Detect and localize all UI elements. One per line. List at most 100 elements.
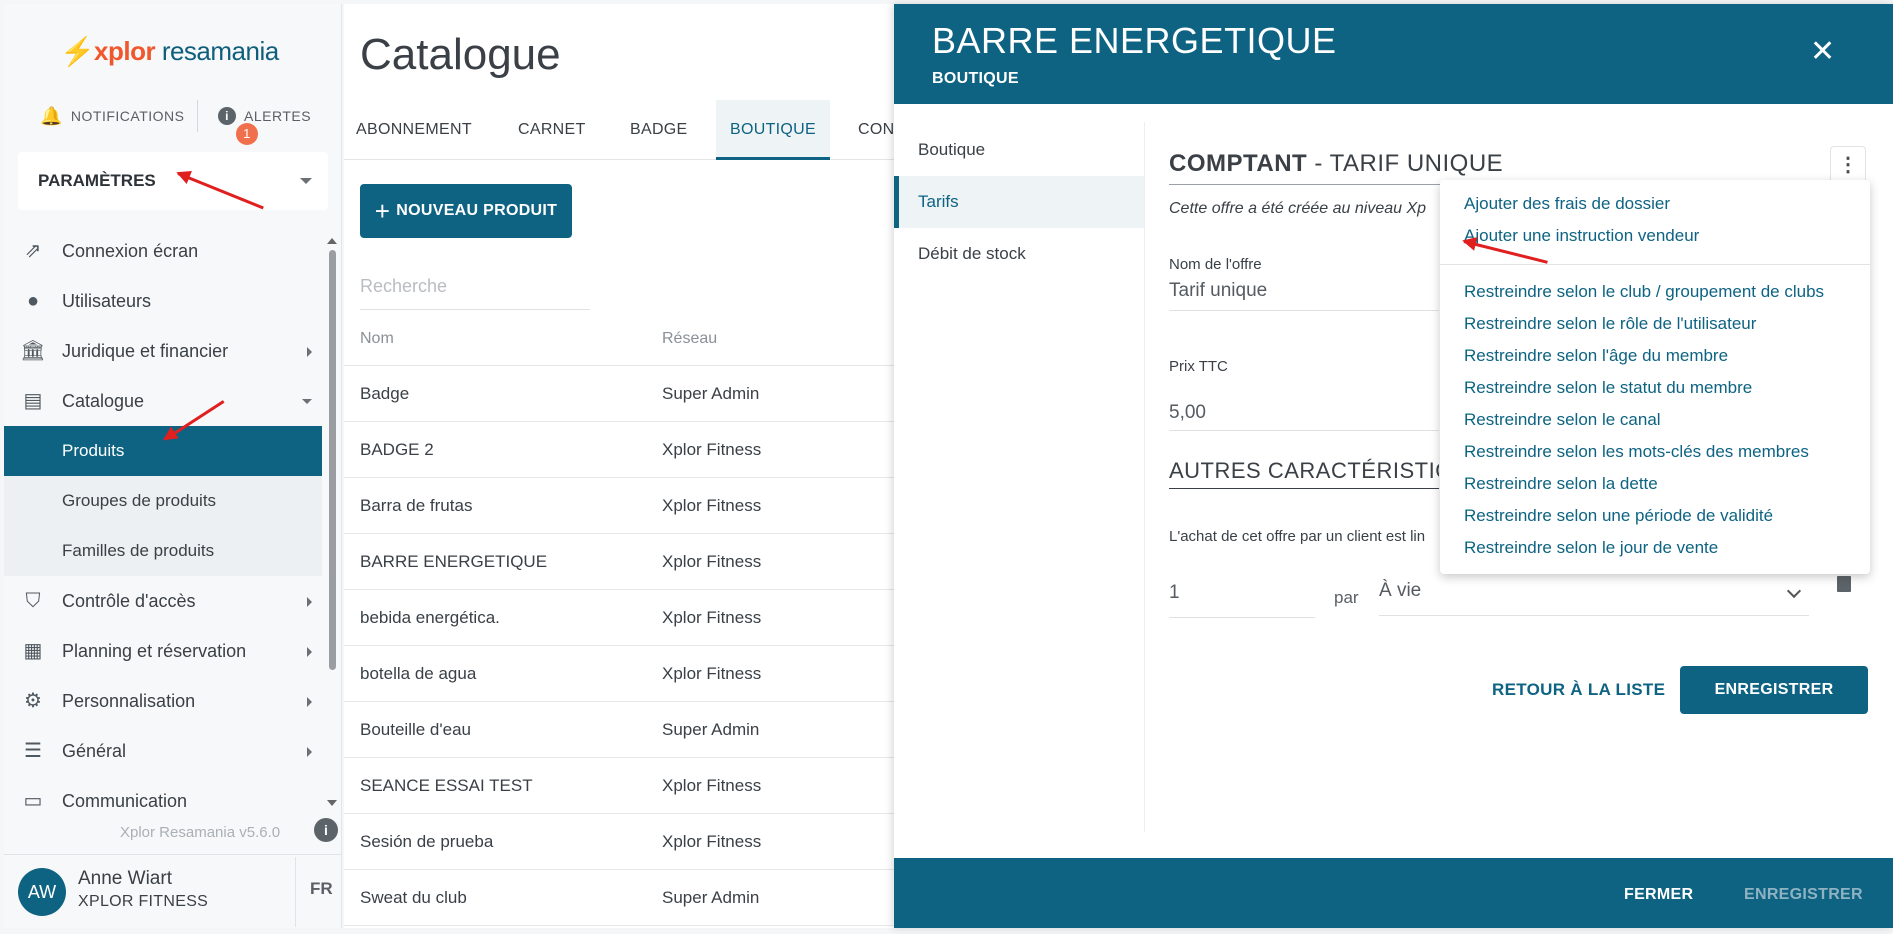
sidebar-item-catalogue[interactable]: ▤ Catalogue bbox=[4, 376, 322, 426]
period-select[interactable]: À vie bbox=[1379, 580, 1809, 616]
table-row[interactable]: SEANCE ESSAI TEST Xplor Fitness bbox=[344, 758, 894, 814]
table-header: Nom Réseau bbox=[344, 320, 894, 366]
sidebar-item-personnalisation[interactable]: ⚙ Personnalisation bbox=[4, 676, 322, 726]
row-name: Barra de frutas bbox=[360, 496, 473, 515]
notifications-label: NOTIFICATIONS bbox=[70, 108, 185, 124]
price-field[interactable]: 5,00 bbox=[1169, 402, 1206, 424]
offer-name-field[interactable]: Tarif unique bbox=[1169, 280, 1267, 302]
divider bbox=[295, 857, 296, 927]
sidebar-item-utilisateurs[interactable]: ● Utilisateurs bbox=[4, 276, 322, 326]
row-name: Badge bbox=[360, 384, 410, 403]
sidebar-item-connexion-ecran[interactable]: ⇗ Connexion écran bbox=[4, 226, 322, 276]
chevron-down-icon bbox=[300, 178, 312, 184]
tab-badge[interactable]: BADGE bbox=[630, 100, 688, 160]
more-options-button[interactable]: ⋮ bbox=[1830, 146, 1866, 184]
version-text: Xplor Resamania v5.6.0 bbox=[120, 824, 281, 841]
info-icon[interactable]: i bbox=[314, 818, 338, 842]
panel-header: BARRE ENERGETIQUE BOUTIQUE ✕ bbox=[894, 4, 1893, 104]
close-button[interactable]: FERMER bbox=[1624, 886, 1693, 904]
sidebar-item-label: Utilisateurs bbox=[62, 290, 152, 311]
sidebar-item-juridique[interactable]: 🏛 Juridique et financier bbox=[4, 326, 322, 376]
sidebar-scrollbar[interactable] bbox=[327, 232, 337, 806]
scrollbar-thumb[interactable] bbox=[329, 250, 336, 670]
alerts-button[interactable]: i ALERTES 1 bbox=[218, 107, 311, 145]
quantity-field[interactable]: 1 bbox=[1169, 582, 1315, 618]
table-row[interactable]: BARRE ENERGETIQUE Xplor Fitness bbox=[344, 534, 894, 590]
period-select-value: À vie bbox=[1379, 580, 1422, 601]
menu-item-frais-dossier[interactable]: Ajouter des frais de dossier bbox=[1464, 194, 1670, 214]
tab-abonnement[interactable]: ABONNEMENT bbox=[356, 100, 472, 160]
sidebar-item-label: Général bbox=[62, 740, 127, 761]
scroll-up-icon[interactable] bbox=[327, 238, 337, 244]
menu-item-instruction-vendeur[interactable]: Ajouter une instruction vendeur bbox=[1464, 226, 1699, 246]
settings-label: PARAMÈTRES bbox=[38, 171, 156, 190]
row-name: botella de agua bbox=[360, 664, 477, 683]
per-label: par bbox=[1334, 588, 1359, 607]
avatar[interactable]: AW bbox=[18, 868, 66, 916]
user-name: Anne Wiart bbox=[78, 868, 172, 889]
tab-carnet[interactable]: CARNET bbox=[518, 100, 586, 160]
panel-tab-boutique[interactable]: Boutique bbox=[894, 124, 1144, 176]
purchase-limit-text: L'achat de cet offre par un client est l… bbox=[1169, 528, 1426, 545]
notifications-button[interactable]: 🔔 NOTIFICATIONS bbox=[40, 106, 185, 127]
search-input[interactable]: Recherche bbox=[360, 276, 590, 310]
sidebar-item-label: Contrôle d'accès bbox=[62, 590, 196, 611]
sidebar-item-planning[interactable]: ▦ Planning et réservation bbox=[4, 626, 322, 676]
panel-tab-debit-stock[interactable]: Débit de stock bbox=[894, 228, 1144, 280]
language-switch[interactable]: FR bbox=[310, 879, 333, 899]
row-name: Sesión de prueba bbox=[360, 832, 494, 851]
product-table: Badge Super Admin BADGE 2 Xplor Fitness Ba… bbox=[344, 366, 894, 926]
row-network: Xplor Fitness bbox=[662, 832, 762, 851]
menu-item-restrict-canal[interactable]: Restreindre selon le canal bbox=[1464, 410, 1661, 430]
tab-con[interactable]: CON bbox=[858, 100, 894, 160]
row-name: SEANCE ESSAI TEST bbox=[360, 776, 533, 795]
sidebar-item-familles-produits[interactable]: Familles de produits bbox=[4, 526, 322, 576]
row-name: Sweat du club bbox=[360, 888, 467, 907]
table-row[interactable]: botella de agua Xplor Fitness bbox=[344, 646, 894, 702]
table-row[interactable]: Sweat du club Super Admin bbox=[344, 870, 894, 926]
save-button[interactable]: ENREGISTRER bbox=[1680, 666, 1868, 714]
gear-icon: ⚙ bbox=[24, 690, 42, 712]
chevron-right-icon bbox=[307, 597, 312, 607]
table-row[interactable]: Bouteille d'eau Super Admin bbox=[344, 702, 894, 758]
table-row[interactable]: Sesión de prueba Xplor Fitness bbox=[344, 814, 894, 870]
chevron-down-icon bbox=[1786, 583, 1802, 599]
menu-item-restrict-sale-day[interactable]: Restreindre selon le jour de vente bbox=[1464, 538, 1718, 558]
table-row[interactable]: Badge Super Admin bbox=[344, 366, 894, 422]
menu-item-restrict-debt[interactable]: Restreindre selon la dette bbox=[1464, 474, 1658, 494]
new-product-button[interactable]: + NOUVEAU PRODUIT bbox=[360, 184, 572, 238]
menu-item-restrict-status[interactable]: Restreindre selon le statut du membre bbox=[1464, 378, 1752, 398]
close-icon[interactable]: ✕ bbox=[1810, 34, 1835, 69]
sidebar-item-general[interactable]: ☰ Général bbox=[4, 726, 322, 776]
sidebar-item-communication[interactable]: ▭ Communication bbox=[4, 776, 322, 826]
user-circle-icon: ● bbox=[26, 290, 40, 312]
sidebar-item-controle-acces[interactable]: ⛉ Contrôle d'accès bbox=[4, 576, 322, 626]
panel-tab-tarifs[interactable]: Tarifs bbox=[894, 176, 1144, 228]
divider bbox=[1440, 264, 1870, 265]
row-network: Super Admin bbox=[662, 384, 760, 403]
scroll-down-icon[interactable] bbox=[327, 800, 337, 806]
trash-icon[interactable] bbox=[1837, 576, 1851, 592]
xplor-logo[interactable]: ⚡ xplor resamania bbox=[60, 36, 279, 67]
divider bbox=[1169, 430, 1439, 431]
menu-item-restrict-keywords[interactable]: Restreindre selon les mots-clés des memb… bbox=[1464, 442, 1809, 462]
settings-dropdown[interactable]: PARAMÈTRES bbox=[18, 152, 328, 210]
tab-boutique[interactable]: BOUTIQUE bbox=[716, 100, 830, 160]
menu-item-restrict-validity[interactable]: Restreindre selon une période de validit… bbox=[1464, 506, 1773, 526]
back-to-list-button[interactable]: RETOUR À LA LISTE bbox=[1492, 680, 1665, 700]
table-row[interactable]: bebida energética. Xplor Fitness bbox=[344, 590, 894, 646]
top-actions: 🔔 NOTIFICATIONS i ALERTES 1 bbox=[4, 96, 342, 145]
table-row[interactable]: Barra de frutas Xplor Fitness bbox=[344, 478, 894, 534]
sidebar-item-groupes-produits[interactable]: Groupes de produits bbox=[4, 476, 322, 526]
table-row[interactable]: BADGE 2 Xplor Fitness bbox=[344, 422, 894, 478]
section-title-rest: - TARIF UNIQUE bbox=[1307, 150, 1504, 177]
menu-item-restrict-age[interactable]: Restreindre selon l'âge du membre bbox=[1464, 346, 1728, 366]
chevron-right-icon bbox=[307, 697, 312, 707]
column-header-reseau[interactable]: Réseau bbox=[662, 330, 717, 348]
menu-item-restrict-club[interactable]: Restreindre selon le club / groupement d… bbox=[1464, 282, 1824, 302]
menu-item-restrict-role[interactable]: Restreindre selon le rôle de l'utilisate… bbox=[1464, 314, 1756, 334]
footer-save-button[interactable]: ENREGISTRER bbox=[1744, 886, 1863, 904]
chevron-down-icon bbox=[302, 399, 312, 404]
section-title: COMPTANT - TARIF UNIQUE bbox=[1169, 150, 1503, 178]
column-header-nom[interactable]: Nom bbox=[360, 330, 394, 348]
